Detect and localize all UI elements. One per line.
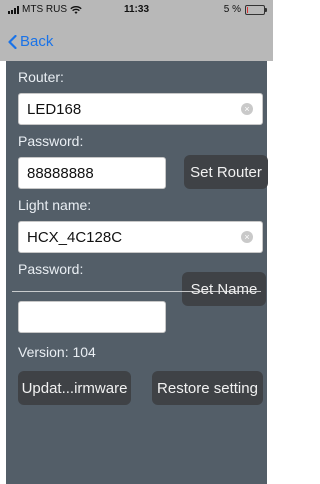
router-field[interactable]: × <box>18 93 263 125</box>
clear-icon[interactable]: × <box>241 231 253 243</box>
light-name-label: Light name: <box>18 197 92 213</box>
back-label: Back <box>20 33 54 50</box>
router-password-label: Password: <box>18 133 84 149</box>
back-button[interactable]: Back <box>8 33 53 50</box>
set-router-button[interactable]: Set Router <box>184 155 268 189</box>
light-name-field[interactable]: × <box>18 221 263 253</box>
router-input[interactable] <box>19 94 262 124</box>
light-name-input[interactable] <box>19 222 262 252</box>
battery-icon <box>245 4 267 15</box>
light-password-field[interactable] <box>18 301 166 333</box>
router-password-input[interactable] <box>19 158 165 188</box>
clear-icon[interactable]: × <box>241 103 253 115</box>
battery-percent: 5 % <box>223 4 241 15</box>
battery-status: 5 % <box>223 4 267 15</box>
set-name-button[interactable]: Set Name <box>182 272 266 306</box>
light-password-label: Password: <box>18 261 84 277</box>
version-text: Version: 104 <box>18 344 96 360</box>
router-label: Router: <box>18 69 64 85</box>
light-password-input[interactable] <box>19 302 165 332</box>
update-firmware-button[interactable]: Updat...irmware <box>18 371 131 405</box>
restore-setting-button[interactable]: Restore setting <box>152 371 263 405</box>
router-password-field[interactable] <box>18 157 166 189</box>
settings-panel: Router: × Password: Set Router Light nam… <box>6 61 268 484</box>
top-bar: MTS RUS 11:33 5 % Back <box>0 0 273 61</box>
status-bar: MTS RUS 11:33 5 % <box>0 0 273 20</box>
chevron-left-icon <box>8 34 17 49</box>
divider <box>12 291 261 292</box>
